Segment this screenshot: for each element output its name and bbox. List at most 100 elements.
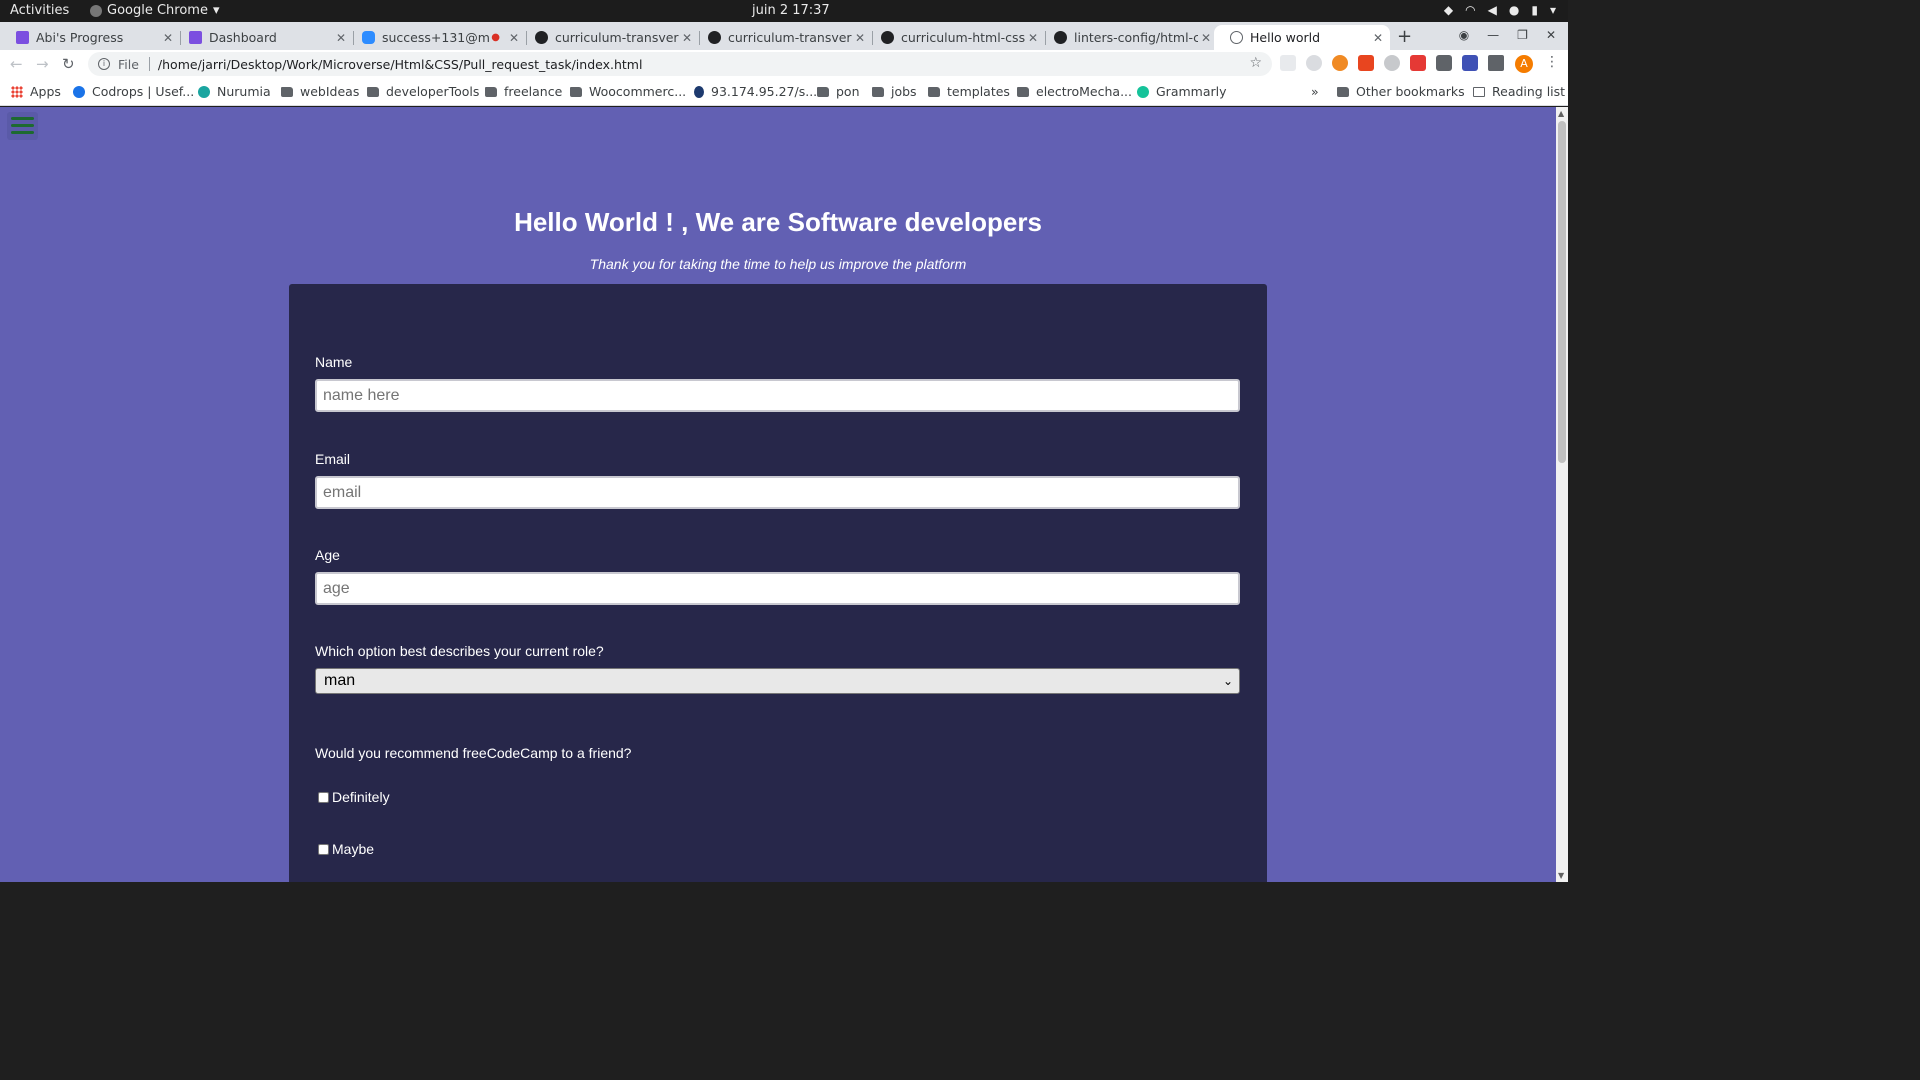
extension-icon[interactable]: [1410, 55, 1426, 71]
zoom-icon: [362, 31, 375, 44]
email-label: Email: [315, 451, 351, 467]
wappalyzer-icon[interactable]: [1332, 55, 1348, 71]
hamburger-bar: [11, 131, 34, 134]
bookmark-label: webIdeas: [300, 84, 360, 99]
restore-icon[interactable]: ❐: [1517, 28, 1528, 42]
tab-github-linters[interactable]: linters-config/html-cs ✕: [1038, 25, 1218, 50]
bookmark-other-bookmarks[interactable]: Other bookmarks: [1337, 84, 1465, 99]
role-dropdown[interactable]: man ⌄: [315, 668, 1240, 694]
bookmark-apps[interactable]: Apps: [11, 84, 61, 99]
new-tab-icon[interactable]: +: [1397, 26, 1412, 47]
tab-zoom-meeting[interactable]: success+131@mic ● ✕: [346, 25, 526, 50]
bookmark-label: jobs: [891, 84, 917, 99]
microphone-icon[interactable]: ●: [1509, 3, 1519, 17]
minimize-icon[interactable]: —: [1487, 28, 1499, 42]
close-icon[interactable]: ✕: [1198, 31, 1214, 45]
tab-dashboard[interactable]: Dashboard ✕: [173, 25, 353, 50]
volume-icon[interactable]: ◀: [1488, 3, 1497, 17]
hamburger-menu-icon[interactable]: [7, 112, 38, 140]
bookmarks-overflow-button[interactable]: »: [1311, 84, 1319, 99]
system-menu-caret-icon[interactable]: ▾: [1550, 3, 1556, 17]
tab-strip: Abi's Progress ✕ Dashboard ✕ success+131…: [0, 22, 1568, 50]
profile-avatar[interactable]: A: [1515, 55, 1533, 73]
folder-icon: [570, 86, 582, 97]
extension-icon[interactable]: [1462, 55, 1478, 71]
back-arrow-icon[interactable]: ←: [10, 55, 23, 73]
bookmark-templates[interactable]: templates: [928, 84, 1010, 99]
survey-form: Name Email Age Which option best describ…: [289, 284, 1267, 882]
bookmark-electromecha[interactable]: electroMecha...: [1017, 84, 1132, 99]
tab-title: linters-config/html-cs: [1074, 30, 1198, 45]
option-definitely[interactable]: Definitely: [318, 789, 390, 805]
definitely-checkbox[interactable]: [318, 791, 329, 803]
tab-title: Dashboard: [209, 30, 277, 45]
scroll-up-arrow-icon[interactable]: ▲: [1558, 109, 1564, 118]
page-viewport: Hello World ! , We are Software develope…: [0, 107, 1556, 882]
bookmark-grammarly[interactable]: Grammarly: [1137, 84, 1227, 99]
more-menu-icon[interactable]: ⋮: [1545, 54, 1559, 70]
scroll-down-arrow-icon[interactable]: ▼: [1558, 871, 1564, 880]
info-icon[interactable]: i: [98, 58, 110, 70]
activities-button[interactable]: Activities: [10, 3, 69, 18]
scrollbar-thumb[interactable]: [1558, 121, 1566, 463]
github-icon: [881, 31, 894, 44]
bookmark-webideas[interactable]: webIdeas: [281, 84, 359, 99]
close-icon[interactable]: ✕: [1370, 31, 1386, 45]
extension-icon[interactable]: [1384, 55, 1400, 71]
github-icon: [1054, 31, 1067, 44]
bookmark-jobs[interactable]: jobs: [872, 84, 917, 99]
off-extension-icon[interactable]: [1358, 55, 1374, 71]
bookmark-nurumia[interactable]: Nurumia: [198, 84, 271, 99]
system-tray[interactable]: ◆ ◠ ◀ ● ▮ ▾: [1444, 3, 1556, 17]
extensions-puzzle-icon[interactable]: [1488, 55, 1504, 71]
tab-search-icon[interactable]: ◉: [1459, 28, 1469, 42]
window-controls: ◉ — ❐ ✕: [1459, 28, 1556, 42]
tab-abis-progress[interactable]: Abi's Progress ✕: [0, 25, 180, 50]
reading-list-button[interactable]: Reading list: [1473, 84, 1565, 99]
url-text[interactable]: /home/jarri/Desktop/Work/Microverse/Html…: [158, 57, 643, 72]
bookmark-codrops[interactable]: Codrops | Usef...: [73, 84, 194, 99]
definitely-label: Definitely: [332, 789, 390, 805]
clock[interactable]: juin 2 17:37: [752, 3, 830, 18]
tab-hello-world[interactable]: Hello world ✕: [1214, 25, 1390, 50]
app-menu[interactable]: Google Chrome ▾: [90, 3, 220, 18]
address-bar[interactable]: i File /home/jarri/Desktop/Work/Microver…: [88, 52, 1272, 76]
option-maybe[interactable]: Maybe: [318, 841, 374, 857]
tab-github-html-css[interactable]: curriculum-html-css/f ✕: [865, 25, 1045, 50]
network-icon[interactable]: ◆: [1444, 3, 1453, 17]
bookmark-label: Other bookmarks: [1356, 84, 1465, 99]
tab-github-curriculum-1[interactable]: curriculum-transversa ✕: [519, 25, 699, 50]
bookmark-label: electroMecha...: [1036, 84, 1132, 99]
email-input[interactable]: [315, 476, 1240, 509]
bookmark-ip-address[interactable]: 93.174.95.27/s...: [694, 84, 817, 99]
bookmark-label: pon: [836, 84, 860, 99]
recording-indicator-icon: ●: [491, 32, 500, 43]
folder-icon: [928, 86, 940, 97]
bookmark-freelance[interactable]: freelance: [485, 84, 562, 99]
reload-icon[interactable]: ↻: [62, 55, 75, 73]
maybe-checkbox[interactable]: [318, 843, 329, 855]
bookmark-label: templates: [947, 84, 1010, 99]
page-scrollbar[interactable]: ▲ ▼: [1556, 107, 1568, 882]
age-input[interactable]: [315, 572, 1240, 605]
battery-icon[interactable]: ▮: [1531, 3, 1538, 17]
extension-icon[interactable]: [1306, 55, 1322, 71]
bookmark-star-icon[interactable]: ☆: [1249, 55, 1262, 71]
extension-icon[interactable]: [1436, 55, 1452, 71]
bookmark-pon[interactable]: pon: [817, 84, 860, 99]
bookmark-woocommerce[interactable]: Woocommerc...: [570, 84, 686, 99]
tab-github-curriculum-2[interactable]: curriculum-transversa ✕: [692, 25, 872, 50]
bookmarks-bar: Apps Codrops | Usef... Nurumia webIdeas …: [0, 78, 1568, 106]
role-label: Which option best describes your current…: [315, 643, 604, 659]
page-description: Thank you for taking the time to help us…: [589, 256, 967, 272]
window-close-icon[interactable]: ✕: [1546, 28, 1556, 42]
name-input[interactable]: [315, 379, 1240, 412]
bookmark-developertools[interactable]: developerTools: [367, 84, 479, 99]
globe-icon: [1230, 31, 1243, 44]
recommend-label: Would you recommend freeCodeCamp to a fr…: [315, 745, 632, 761]
forward-arrow-icon[interactable]: →: [36, 55, 49, 73]
extension-icon[interactable]: [1280, 55, 1296, 71]
chrome-icon: [90, 4, 102, 17]
wifi-icon[interactable]: ◠: [1465, 3, 1475, 17]
folder-icon: [485, 86, 497, 97]
